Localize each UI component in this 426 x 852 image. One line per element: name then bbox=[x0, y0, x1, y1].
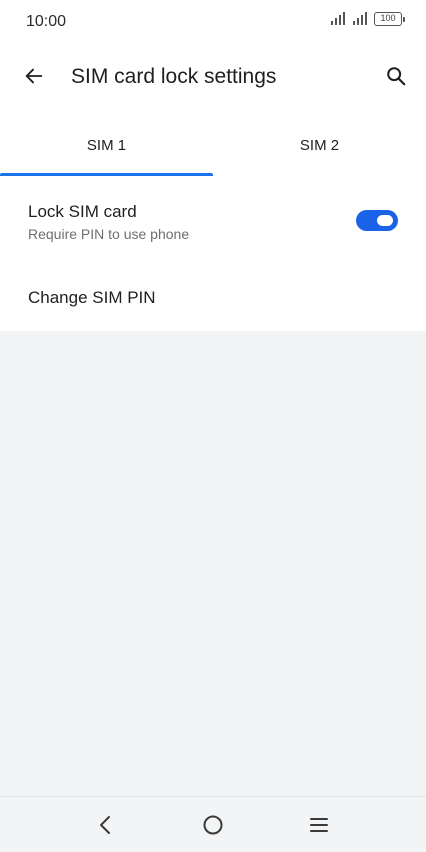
app-bar: SIM card lock settings bbox=[0, 44, 426, 112]
tab-label: SIM 2 bbox=[299, 136, 340, 154]
toggle-knob bbox=[377, 215, 393, 226]
screen: 10:00 100 SIM card lock settings SIM 1 S… bbox=[0, 0, 426, 852]
battery-level: 100 bbox=[380, 13, 396, 23]
arrow-left-icon bbox=[25, 68, 43, 84]
tab-label: SIM 1 bbox=[86, 136, 127, 154]
sim-tabs: SIM 1 SIM 2 bbox=[0, 112, 426, 178]
change-sim-pin-title: Change SIM PIN bbox=[28, 288, 156, 307]
change-sim-pin-row[interactable]: Change SIM PIN bbox=[0, 264, 426, 331]
status-icons: 100 bbox=[330, 12, 405, 26]
nav-menu-button[interactable] bbox=[299, 805, 339, 845]
tab-sim-2[interactable]: SIM 2 bbox=[213, 112, 426, 178]
tab-sim-1[interactable]: SIM 1 bbox=[0, 112, 213, 178]
menu-lines-icon bbox=[310, 818, 328, 832]
chevron-left-icon bbox=[100, 816, 110, 834]
nav-home-button[interactable] bbox=[193, 805, 233, 845]
lock-sim-card-title: Lock SIM card bbox=[28, 202, 137, 221]
lock-sim-card-toggle[interactable] bbox=[356, 210, 398, 231]
back-button[interactable] bbox=[14, 56, 54, 96]
nav-back-button[interactable] bbox=[86, 805, 126, 845]
tab-indicator bbox=[0, 173, 213, 176]
battery-icon: 100 bbox=[374, 12, 405, 26]
settings-list: Lock SIM card Require PIN to use phone C… bbox=[0, 178, 426, 331]
navigation-bar bbox=[0, 796, 426, 852]
search-icon bbox=[387, 67, 406, 86]
lock-sim-card-subtitle: Require PIN to use phone bbox=[28, 226, 190, 242]
status-bar: 10:00 100 bbox=[0, 0, 426, 44]
circle-home-icon bbox=[203, 815, 223, 835]
lock-sim-card-row[interactable]: Lock SIM card Require PIN to use phone bbox=[0, 178, 426, 264]
page-title: SIM card lock settings bbox=[71, 65, 277, 88]
signal-icon bbox=[331, 12, 345, 25]
search-button[interactable] bbox=[376, 56, 416, 96]
status-time: 10:00 bbox=[26, 13, 67, 30]
signal-icon bbox=[353, 12, 367, 25]
